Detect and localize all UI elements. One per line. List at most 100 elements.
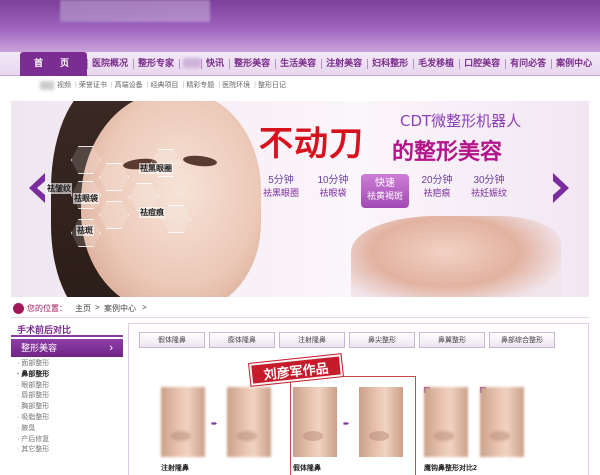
nav-home[interactable]: 首 页 [20, 52, 88, 76]
tab-injection-rhinoplasty[interactable]: 注射隆鼻 [279, 332, 345, 348]
model-face [81, 101, 261, 297]
nav-item-gynecology[interactable]: 妇科整形 [367, 52, 413, 76]
subnav-environment[interactable]: 医院环境 [216, 77, 252, 95]
feature-badge: 10分钟 祛眼袋 [309, 174, 357, 208]
banner-subheadline: 的整形美容 [392, 140, 503, 165]
sidebar-item[interactable]: · 产后修复 [17, 435, 123, 446]
nav-item-cases[interactable]: 案例中心 [551, 52, 597, 76]
tab-eptfe-rhinoplasty[interactable]: 膨体隆鼻 [209, 332, 275, 348]
tab-nose-combined[interactable]: 鼻部综合整形 [489, 332, 555, 348]
feature-badge: 30分钟 祛妊娠纹 [465, 174, 513, 208]
case-caption[interactable]: 鹰钩鼻整形对比2 [424, 463, 477, 473]
location-pin-icon [13, 303, 24, 314]
sidebar-list: · 面部整形 · 鼻部整形 · 眼部整形 · 唇部整形 · 胸部整形 · 吸脂整… [11, 357, 123, 456]
subnav-equipment[interactable]: 高端设备 [109, 77, 145, 95]
sidebar-item-label: 其它整形 [21, 446, 50, 454]
sidebar-item-label: 吸脂整形 [21, 413, 50, 421]
feature-desc: 祛黑眼圈 [262, 188, 299, 198]
sidebar-item[interactable]: · 胸部整形 [17, 402, 123, 413]
before-photo [161, 387, 205, 457]
feature-desc: 祛疤痕 [423, 188, 451, 198]
feature-desc: 祛妊娠纹 [470, 188, 507, 198]
after-photo [359, 387, 403, 457]
sidebar-category[interactable]: 整形美容 [11, 339, 123, 357]
after-photo [227, 387, 271, 457]
main-nav: 首 页 医院概况 整形专家 快讯 整形美容 生活美容 注射美容 妇科整形 毛发移… [0, 52, 600, 76]
label-wrinkles: 祛皱纹 [46, 183, 72, 194]
breadcrumb-sep: > [95, 303, 100, 312]
nav-item-plastic[interactable]: 整形美容 [229, 52, 275, 76]
case-card[interactable]: 鹰钩鼻整形对比2 [424, 387, 534, 472]
sidebar-item-label: 面部整形 [21, 360, 50, 367]
breadcrumb: 您的位置： 主页 > 案例中心 > [11, 300, 589, 318]
breadcrumb-tail: > [142, 303, 147, 312]
banner-headline: 不动刀 [259, 124, 364, 164]
banner-prev-arrow-icon[interactable] [25, 171, 49, 205]
sub-nav: 视频 荣誉证书 高端设备 经典项目 精彩专题 医院环境 整形日记 [0, 77, 600, 95]
case-card[interactable]: ➨ 假体隆鼻 [293, 387, 413, 472]
nav-item-dental[interactable]: 口腔美容 [459, 52, 505, 76]
sidebar-item-label: 腋臭 [21, 424, 36, 432]
feature-badge: 5分钟 祛黑眼圈 [257, 174, 305, 208]
nav-item-injection[interactable]: 注射美容 [321, 52, 367, 76]
sidebar-item-active[interactable]: · 鼻部整形 [17, 370, 123, 381]
feature-desc: 祛黄褐斑 [366, 191, 403, 201]
sidebar-item-label: 产后修复 [21, 435, 50, 443]
subnav-classic[interactable]: 经典项目 [145, 77, 181, 95]
sidebar-item-label: 鼻部整形 [21, 370, 50, 378]
nav-item-experts[interactable]: 整形专家 [133, 52, 179, 76]
tab-nose-wing[interactable]: 鼻翼整形 [419, 332, 485, 348]
before-photo [293, 387, 337, 457]
breadcrumb-current[interactable]: 案例中心 [104, 303, 136, 314]
subnav-video[interactable]: 视频 [55, 77, 73, 95]
banner-next-arrow-icon[interactable] [549, 171, 573, 205]
label-acne-marks: 祛痘痕 [139, 207, 165, 218]
nav-item-qa[interactable]: 有问必答 [505, 52, 551, 76]
case-caption[interactable]: 假体隆鼻 [293, 463, 321, 473]
site-logo[interactable] [60, 0, 210, 22]
feature-badge: 20分钟 祛疤痕 [413, 174, 461, 208]
nav-item-hair[interactable]: 毛发移植 [413, 52, 459, 76]
after-photo [480, 387, 524, 457]
feature-time: 快速 [375, 178, 395, 189]
sidebar-item[interactable]: · 其它整形 [17, 445, 123, 456]
feature-badge-highlight: 快速 祛黄褐斑 [361, 174, 409, 208]
nav-item-life-beauty[interactable]: 生活美容 [275, 52, 321, 76]
sidebar-item-label: 胸部整形 [21, 403, 50, 411]
nav-item-news[interactable]: 快讯 [201, 52, 229, 76]
feature-time: 20分钟 [421, 175, 453, 186]
banner-brand: CDT微整形机器人 [400, 112, 522, 130]
nav-item-blurred[interactable] [179, 52, 202, 76]
label-eye-bags: 祛眼袋 [73, 193, 99, 204]
arrow-right-icon: ➨ [211, 419, 218, 428]
promo-banner[interactable]: 祛黑眼圈 祛皱纹 祛眼袋 祛痘痕 祛斑 CDT微整形机器人 不动刀 的整形美容 … [11, 101, 589, 297]
case-tabs: 假体隆鼻 膨体隆鼻 注射隆鼻 鼻尖整形 鼻翼整形 鼻部综合整形 [139, 332, 555, 348]
subnav-honors[interactable]: 荣誉证书 [73, 77, 109, 95]
breadcrumb-prefix: 您的位置： [27, 304, 67, 313]
sidebar-item[interactable]: · 吸脂整形 [17, 413, 123, 424]
case-content: 假体隆鼻 膨体隆鼻 注射隆鼻 鼻尖整形 鼻翼整形 鼻部综合整形 ➨ 注射隆鼻 ➨… [128, 323, 589, 475]
feature-time: 10分钟 [317, 175, 349, 186]
feature-time: 30分钟 [473, 175, 505, 186]
sidebar-item-label: 眼部整形 [21, 381, 50, 389]
sidebar-item-label: 唇部整形 [21, 392, 50, 400]
nav-item-hospital[interactable]: 医院概况 [87, 52, 133, 76]
arrow-right-icon: ➨ [343, 419, 350, 428]
case-card[interactable]: ➨ 注射隆鼻 [161, 387, 281, 472]
breadcrumb-home[interactable]: 主页 [75, 303, 91, 314]
blurred-text [183, 58, 202, 68]
sidebar-item[interactable]: · 唇部整形 [17, 391, 123, 402]
case-caption[interactable]: 注射隆鼻 [161, 463, 189, 473]
treatment-photo [351, 216, 561, 297]
subnav-diary[interactable]: 整形日记 [252, 77, 288, 95]
category-sidebar: 手术前后对比 整形美容 · 面部整形 · 鼻部整形 · 眼部整形 · 唇部整形 … [11, 323, 123, 475]
sidebar-item[interactable]: · 腋臭 [17, 424, 123, 435]
sidebar-item[interactable]: · 眼部整形 [17, 381, 123, 392]
label-spots: 祛斑 [76, 225, 94, 236]
sidebar-item[interactable]: · 面部整形 [17, 359, 123, 370]
subnav-topics[interactable]: 精彩专题 [180, 77, 216, 95]
tab-prosthesis-rhinoplasty[interactable]: 假体隆鼻 [139, 332, 205, 348]
sidebar-title: 手术前后对比 [11, 323, 123, 337]
tab-nose-tip[interactable]: 鼻尖整形 [349, 332, 415, 348]
blurred-link[interactable] [40, 81, 54, 90]
